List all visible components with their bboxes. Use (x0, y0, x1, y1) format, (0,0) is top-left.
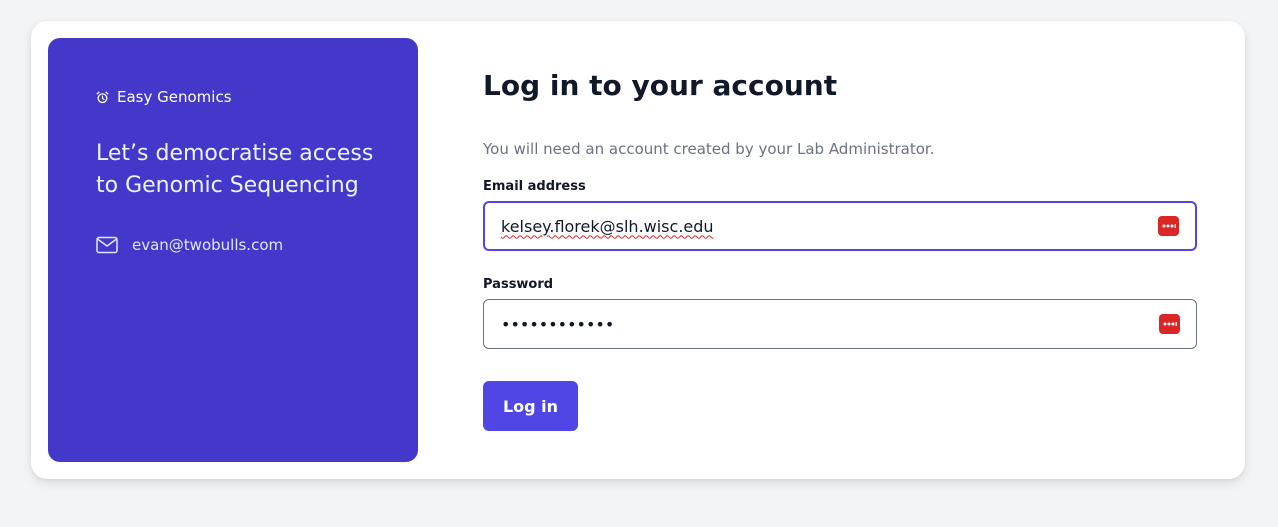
contact-email-text[interactable]: evan@twobulls.com (132, 236, 283, 254)
tagline: Let’s democratise access to Genomic Sequ… (96, 141, 374, 198)
brand-panel: Easy Genomics Let’s democratise access t… (48, 38, 418, 462)
page-subtitle: You will need an account created by your… (483, 140, 935, 158)
mail-icon (96, 236, 118, 254)
contact-email: evan@twobulls.com (96, 236, 283, 254)
password-label: Password (483, 277, 554, 292)
login-form: Log in to your account You will need an … (483, 60, 1197, 431)
password-value[interactable]: •••••••••••• (501, 315, 1159, 334)
email-field[interactable]: kelsey.florek@slh.wisc.edu (483, 201, 1197, 251)
email-label: Email address (483, 179, 586, 194)
password-manager-icon[interactable] (1158, 216, 1179, 236)
brand-name: Easy Genomics (117, 88, 232, 106)
brand: Easy Genomics (96, 88, 232, 106)
password-field[interactable]: •••••••••••• (483, 299, 1197, 349)
page-title: Log in to your account (483, 69, 838, 102)
alarm-clock-icon (96, 91, 109, 104)
email-value[interactable]: kelsey.florek@slh.wisc.edu (501, 217, 1158, 236)
password-manager-icon[interactable] (1159, 314, 1180, 334)
login-button[interactable]: Log in (483, 381, 578, 431)
